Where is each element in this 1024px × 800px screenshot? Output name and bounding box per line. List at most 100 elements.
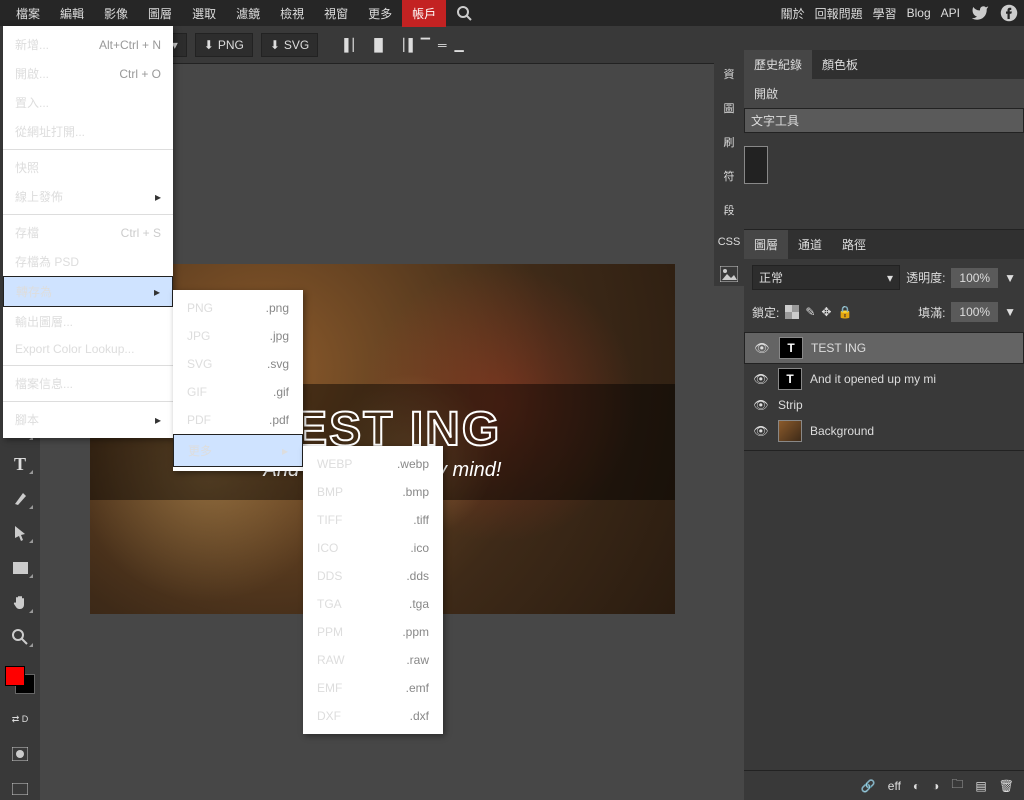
shape-tool[interactable] [6, 556, 34, 579]
link-blog[interactable]: Blog [907, 6, 931, 20]
type-tool[interactable]: T [6, 453, 34, 476]
quick-mask[interactable] [6, 743, 34, 766]
export-webp[interactable]: WEBP.webp [303, 450, 443, 478]
delete-layer-icon[interactable]: 🗑 [999, 779, 1014, 793]
menu-snapshot[interactable]: 快照 [3, 153, 173, 182]
menu-file[interactable]: 檔案 [6, 0, 50, 27]
align-top-icon[interactable]: ▔ [421, 38, 430, 52]
export-jpg[interactable]: JPG.jpg [173, 322, 303, 350]
blend-mode-select[interactable]: 正常▾ [752, 265, 900, 290]
side-tab-info[interactable]: 資 [722, 62, 737, 86]
side-tab-brush[interactable]: 刷 [722, 130, 737, 154]
zoom-tool[interactable] [6, 626, 34, 649]
menu-export-layers[interactable]: 輸出圖層... [3, 307, 173, 336]
export-gif[interactable]: GIF.gif [173, 378, 303, 406]
visibility-icon[interactable]: 👁 [752, 424, 770, 438]
layer-name[interactable]: Strip [778, 398, 803, 412]
side-tab-image-icon[interactable] [718, 262, 740, 286]
export-emf[interactable]: EMF.emf [303, 674, 443, 702]
chevron-down-icon[interactable]: ▼ [1004, 271, 1016, 285]
menu-script[interactable]: 腳本▸ [3, 405, 173, 434]
align-center-h-icon[interactable]: ▐▌ [370, 38, 387, 52]
layer-name[interactable]: Background [810, 424, 874, 438]
search-icon[interactable] [446, 0, 482, 26]
tab-swatches[interactable]: 顏色板 [812, 50, 868, 79]
color-swatch[interactable] [5, 666, 35, 694]
side-tab-layers[interactable]: 圖 [722, 96, 737, 120]
layer-name[interactable]: And it opened up my mi [810, 372, 936, 386]
align-bottom-icon[interactable]: ▁ [454, 38, 463, 52]
layer-row[interactable]: 👁 Strip [744, 394, 1024, 416]
new-layer-icon[interactable]: ▤ [975, 779, 986, 793]
menu-select[interactable]: 選取 [182, 0, 226, 27]
adjustment-icon[interactable]: ◑ [932, 779, 939, 793]
menu-view[interactable]: 檢視 [270, 0, 314, 27]
side-tab-char[interactable]: 符 [722, 164, 737, 188]
menu-edit[interactable]: 編輯 [50, 0, 94, 27]
export-tga[interactable]: TGA.tga [303, 590, 443, 618]
lock-all-icon[interactable]: 🔒 [837, 305, 852, 319]
folder-icon[interactable]: 🗀 [951, 775, 963, 796]
lock-transparency-icon[interactable] [785, 305, 799, 319]
export-raw[interactable]: RAW.raw [303, 646, 443, 674]
mask-icon[interactable]: ◐ [913, 779, 920, 793]
facebook-icon[interactable] [1000, 4, 1018, 22]
align-left-icon[interactable]: ▌▏ [344, 38, 362, 52]
link-learn[interactable]: 學習 [873, 5, 897, 22]
menu-account[interactable]: 帳戶 [402, 0, 446, 27]
export-tiff[interactable]: TIFF.tiff [303, 506, 443, 534]
menu-export-as[interactable]: 轉存為▸ [3, 276, 173, 307]
visibility-icon[interactable]: 👁 [753, 341, 771, 355]
align-right-icon[interactable]: ▕▐ [395, 38, 413, 52]
twitter-icon[interactable] [970, 4, 990, 22]
link-layers-icon[interactable]: 🔗 [861, 779, 876, 793]
lock-paint-icon[interactable]: ✎ [805, 305, 815, 319]
side-tab-css[interactable]: CSS [716, 232, 743, 252]
path-select-tool[interactable] [6, 522, 34, 545]
layer-row[interactable]: 👁 Background [744, 416, 1024, 446]
history-item[interactable]: 開啟 [744, 79, 1024, 108]
tab-paths[interactable]: 路徑 [832, 230, 876, 259]
swap-colors[interactable]: ⇄ D [6, 708, 34, 731]
menu-filter[interactable]: 濾鏡 [226, 0, 270, 27]
visibility-icon[interactable]: 👁 [752, 372, 770, 386]
menu-more[interactable]: 更多 [358, 0, 402, 27]
tab-layers[interactable]: 圖層 [744, 230, 788, 259]
chevron-down-icon[interactable]: ▼ [1004, 305, 1016, 319]
screen-mode[interactable] [6, 777, 34, 800]
layer-row[interactable]: 👁 T TEST ING [744, 332, 1024, 364]
export-ppm[interactable]: PPM.ppm [303, 618, 443, 646]
menu-publish[interactable]: 線上發佈▸ [3, 182, 173, 211]
opacity-value[interactable]: 100% [951, 268, 998, 288]
history-item[interactable]: 文字工具 [744, 108, 1024, 133]
tab-history[interactable]: 歷史紀錄 [744, 50, 812, 79]
layer-name[interactable]: TEST ING [811, 341, 866, 355]
menu-file-info[interactable]: 檔案信息... [3, 369, 173, 398]
export-png[interactable]: PNG.png [173, 294, 303, 322]
link-api[interactable]: API [941, 6, 960, 20]
link-report[interactable]: 回報問題 [815, 5, 863, 22]
export-dds[interactable]: DDS.dds [303, 562, 443, 590]
hand-tool[interactable] [6, 591, 34, 614]
export-ico[interactable]: ICO.ico [303, 534, 443, 562]
fill-value[interactable]: 100% [951, 302, 998, 322]
menu-layer[interactable]: 圖層 [138, 0, 182, 27]
export-more[interactable]: 更多▸ [173, 434, 303, 467]
lock-position-icon[interactable]: ✥ [821, 305, 831, 319]
side-tab-para[interactable]: 段 [722, 198, 737, 222]
export-svg[interactable]: SVG.svg [173, 350, 303, 378]
layer-effects-icon[interactable]: eff [888, 779, 901, 793]
align-middle-icon[interactable]: ═ [438, 38, 447, 52]
export-pdf[interactable]: PDF.pdf [173, 406, 303, 434]
menu-open[interactable]: 開啟...Ctrl + O [3, 59, 173, 88]
pen-tool[interactable] [6, 487, 34, 510]
menu-place[interactable]: 置入... [3, 88, 173, 117]
menu-window[interactable]: 視窗 [314, 0, 358, 27]
link-about[interactable]: 關於 [781, 5, 805, 22]
visibility-icon[interactable]: 👁 [752, 398, 770, 412]
menu-export-lut[interactable]: Export Color Lookup... [3, 336, 173, 362]
tab-channels[interactable]: 通道 [788, 230, 832, 259]
layer-row[interactable]: 👁 T And it opened up my mi [744, 364, 1024, 394]
menu-open-url[interactable]: 從網址打開... [3, 117, 173, 146]
export-svg-button[interactable]: ⬇SVG [261, 33, 318, 57]
